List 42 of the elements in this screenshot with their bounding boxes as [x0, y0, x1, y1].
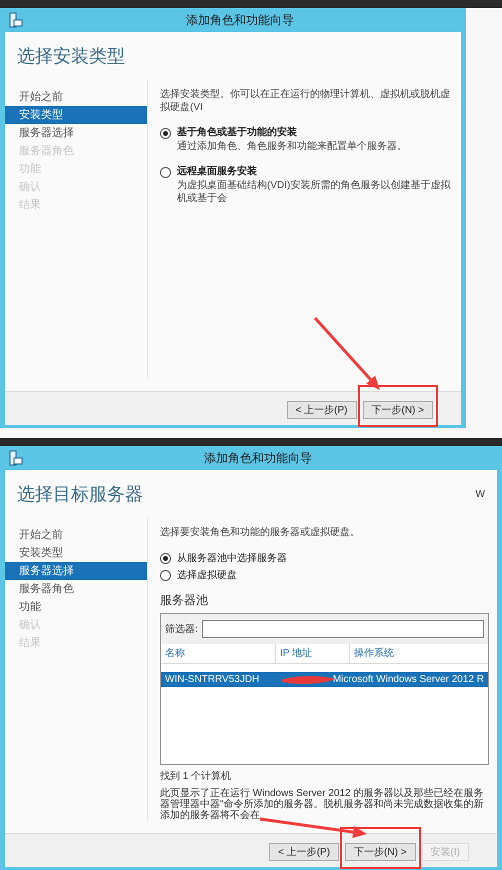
option-label: 从服务器池中选择服务器 [177, 552, 287, 566]
page-heading: 选择安装类型 [17, 44, 125, 68]
wizard-step[interactable]: 开始之前 [5, 526, 147, 544]
server-manager-icon [9, 450, 23, 466]
option-label: 远程桌面服务安装 [177, 165, 258, 179]
radio-button[interactable] [160, 570, 171, 581]
column-header[interactable]: 操作系统 [350, 644, 488, 663]
column-header[interactable]: IP 地址 [276, 644, 350, 663]
wizard-step[interactable]: 服务器角色 [5, 580, 147, 598]
filter-field[interactable] [202, 620, 484, 638]
instruction-text: 选择安装类型。你可以在正在运行的物理计算机、虚拟机或脱机虚拟硬盘(VI [160, 88, 451, 114]
wizard-step[interactable]: 功能 [5, 598, 147, 616]
option-label: 基于角色或基于功能的安装 [177, 126, 298, 140]
option-description: 通过添加角色、角色服务和功能来配置单个服务器。 [177, 140, 407, 153]
table-cell-text: WIN-SNTRRV53JDH [164, 673, 260, 687]
wizard-step[interactable]: 安装类型 [5, 544, 147, 562]
wizard-button[interactable]: < 上一步(P) [269, 843, 340, 861]
column-header[interactable]: 名称 [161, 644, 276, 663]
window-title: 添加角色和功能向导 [185, 12, 295, 29]
radio-button[interactable] [160, 128, 171, 139]
info-text: 此页显示了正在运行 Windows Server 2012 的服务器以及那些已经在服务器管理器中器"命令所添加的服务器。脱机服务器和尚未完成数据收集的新添加的服务器将不会在 [160, 788, 485, 821]
wizard-button[interactable]: 下一步(N) > [362, 401, 433, 419]
option-description: 为虚拟桌面基础结构(VDI)安装所需的角色服务以创建基于虚拟机或基于会 [177, 179, 452, 205]
wizard-step[interactable]: 服务器选择 [5, 124, 147, 142]
option-label: 选择虚拟硬盘 [177, 568, 237, 583]
filter-label: 筛选器: [165, 622, 198, 636]
wizard-button[interactable]: < 上一步(P) [286, 401, 356, 419]
server-row[interactable]: WIN-SNTRRV53JDH Microsoft Windows Server 2012 R [161, 672, 488, 687]
instruction-text: 选择要安装角色和功能的服务器或虚拟硬盘。 [160, 526, 361, 539]
wizard-step[interactable]: 服务器选择 [5, 562, 147, 580]
destination-server-label: W [476, 488, 485, 502]
wizard-button[interactable]: 下一步(N) > [345, 843, 416, 861]
radio-button[interactable] [160, 167, 171, 178]
server-manager-icon [9, 12, 23, 28]
table-cell-text: Microsoft Windows Server 2012 R [332, 673, 485, 687]
result-count: 找到 1 个计算机 [160, 770, 232, 784]
section-heading: 服务器池 [160, 592, 209, 609]
window-title: 添加角色和功能向导 [203, 450, 313, 467]
wizard-step[interactable]: 安装类型 [5, 106, 147, 124]
radio-button[interactable] [160, 553, 171, 564]
wizard-step[interactable]: 开始之前 [5, 88, 147, 106]
page-heading: 选择目标服务器 [17, 482, 143, 506]
